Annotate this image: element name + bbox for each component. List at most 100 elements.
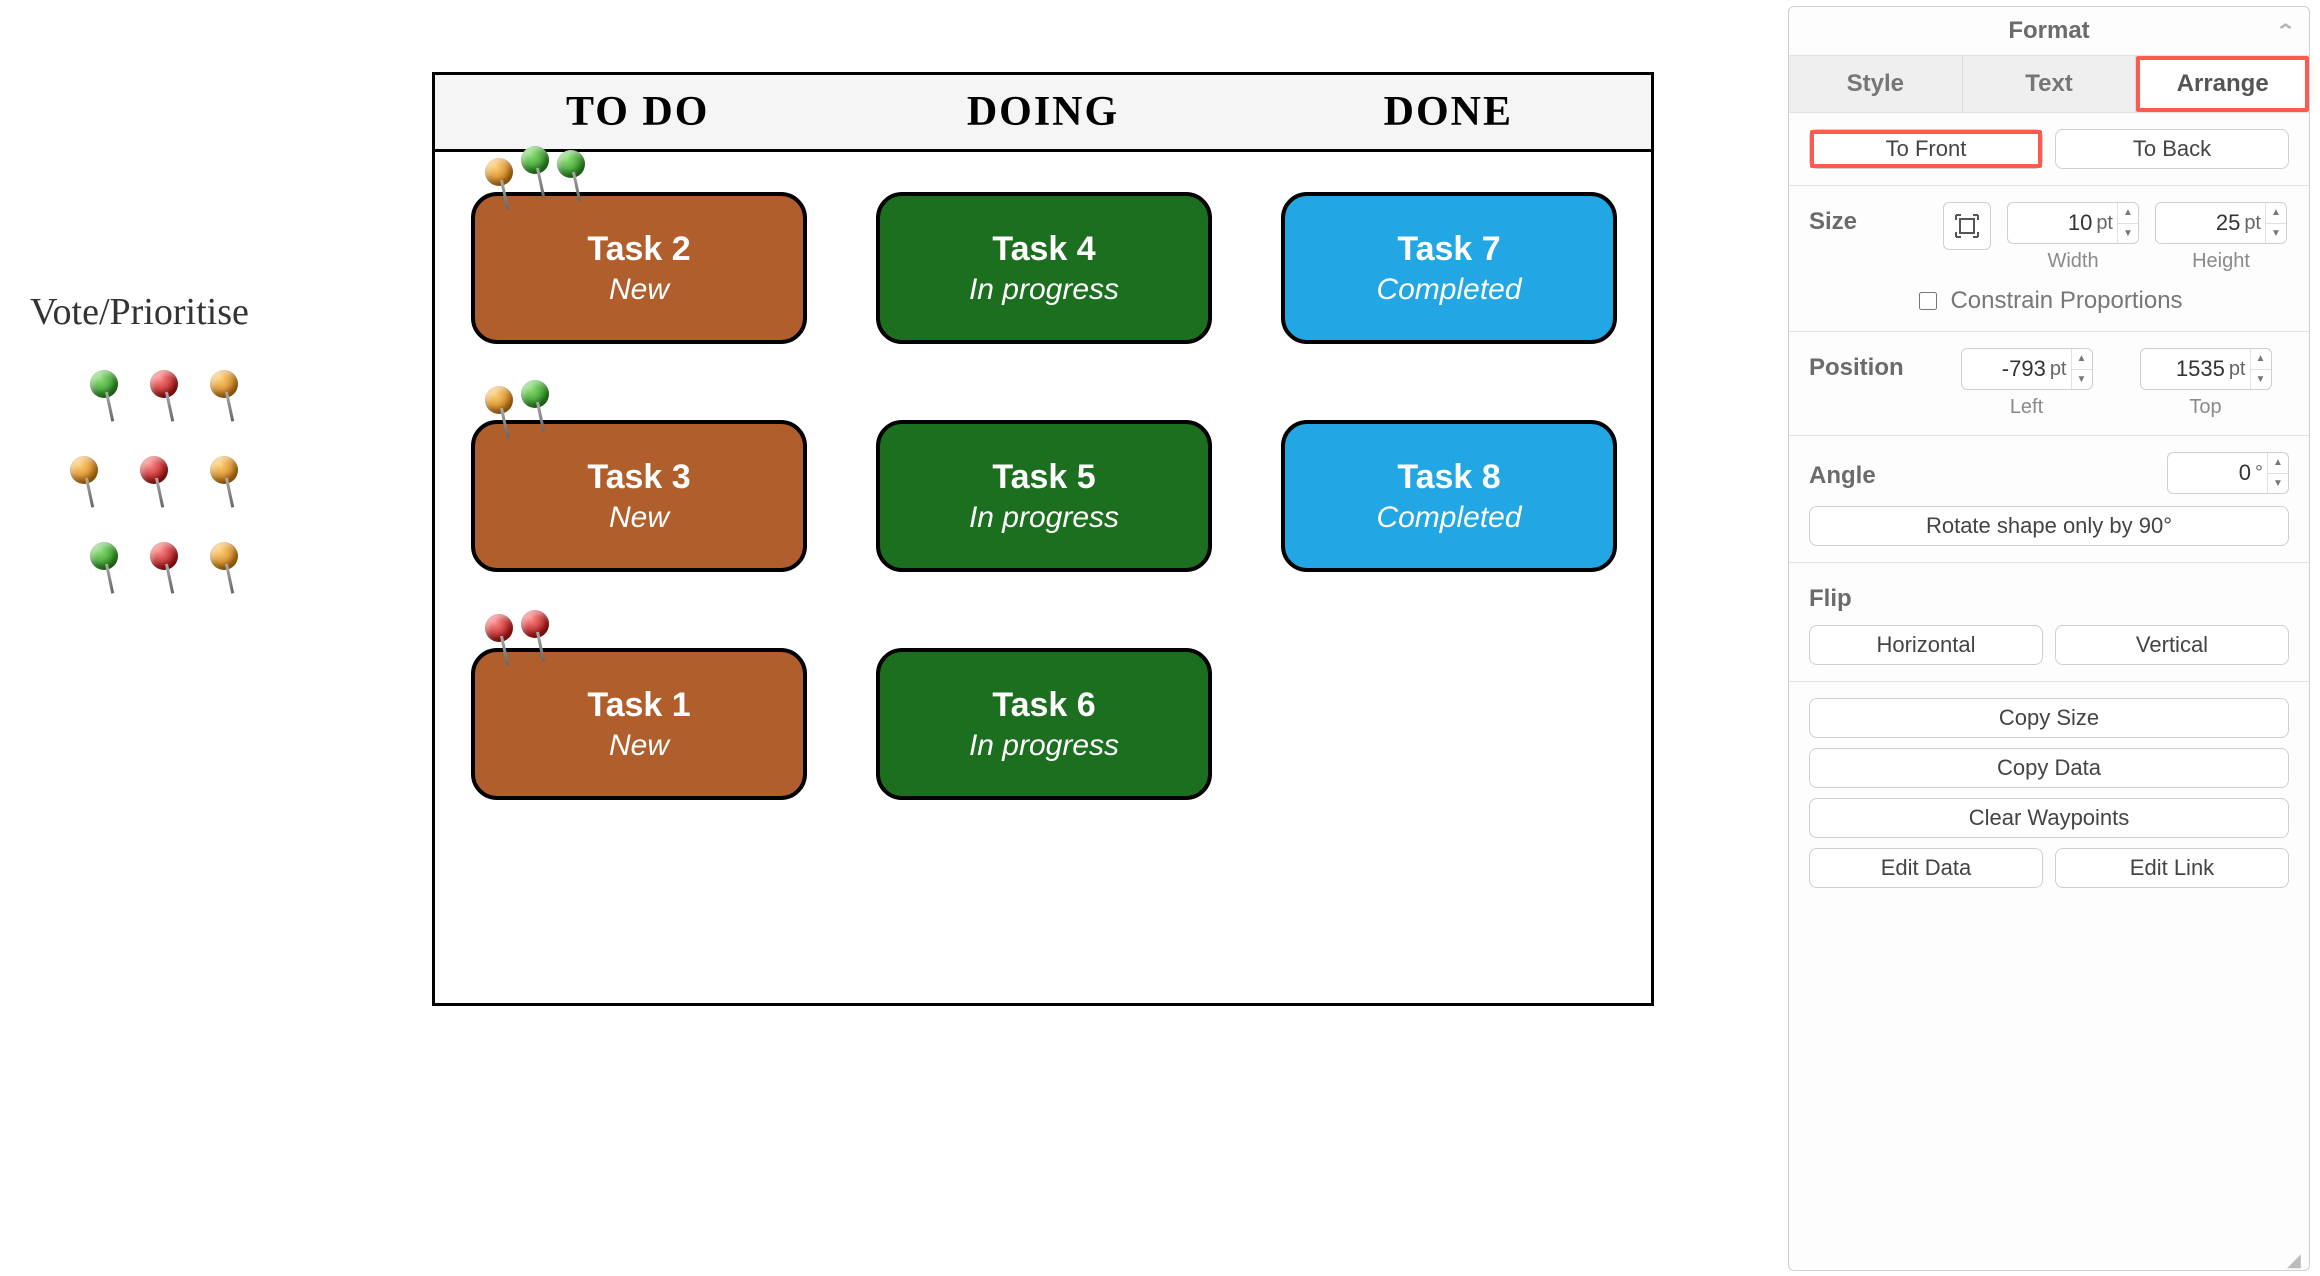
pin-green-icon[interactable] [90, 542, 120, 602]
unit-label: pt [2229, 358, 2250, 381]
chevron-up-icon[interactable]: ▲ [2118, 203, 2138, 224]
task-card[interactable]: Task 4 In progress [876, 192, 1212, 344]
angle-input[interactable]: ° ▲▼ [2167, 452, 2289, 494]
pin-orange-icon[interactable] [210, 542, 240, 602]
pin-orange-icon[interactable] [70, 456, 100, 516]
left-caption: Left [1943, 396, 2110, 419]
task-title: Task 7 [1397, 230, 1500, 269]
spinner[interactable]: ▲▼ [2071, 349, 2092, 389]
chevron-up-icon[interactable]: ▲ [2251, 349, 2271, 370]
pin-orange-icon[interactable] [210, 370, 240, 430]
section-actions: Copy Size Copy Data Clear Waypoints Edit… [1789, 682, 2309, 914]
collapse-icon[interactable]: ⌃ [2275, 21, 2296, 42]
clear-waypoints-button[interactable]: Clear Waypoints [1809, 798, 2289, 838]
section-position: Position pt ▲▼ Left pt ▲▼ To [1789, 332, 2309, 436]
edit-link-button[interactable]: Edit Link [2055, 848, 2289, 888]
format-tabs: Style Text Arrange [1789, 56, 2309, 113]
pin-red-icon[interactable] [140, 456, 170, 516]
height-input[interactable]: pt ▲▼ [2155, 202, 2287, 244]
vote-prioritise-label: Vote/Prioritise [30, 290, 380, 334]
task-title: Task 5 [992, 458, 1095, 497]
spinner[interactable]: ▲▼ [2267, 453, 2288, 493]
chevron-down-icon[interactable]: ▼ [2118, 224, 2138, 244]
resize-handle-icon[interactable]: ◢ [2287, 1250, 2305, 1268]
task-status: New [609, 273, 669, 307]
column-doing: Task 4 In progress Task 5 In progress Ta… [840, 152, 1245, 1003]
kanban-header: TO DO DOING DONE [435, 75, 1651, 152]
task-card[interactable]: Task 3 New [471, 420, 807, 572]
flip-horizontal-button[interactable]: Horizontal [1809, 625, 2043, 665]
autosize-icon[interactable] [1943, 202, 1991, 250]
spinner[interactable]: ▲▼ [2250, 349, 2271, 389]
task-status: New [609, 501, 669, 535]
tab-style[interactable]: Style [1789, 56, 1963, 112]
height-field[interactable] [2156, 209, 2244, 237]
task-status: In progress [969, 729, 1119, 763]
copy-size-button[interactable]: Copy Size [1809, 698, 2289, 738]
section-flip: Flip Horizontal Vertical [1789, 563, 2309, 682]
edit-data-button[interactable]: Edit Data [1809, 848, 2043, 888]
chevron-up-icon[interactable]: ▲ [2266, 203, 2286, 224]
position-label: Position [1809, 348, 1929, 382]
task-card[interactable]: Task 6 In progress [876, 648, 1212, 800]
task-title: Task 4 [992, 230, 1095, 269]
column-header-todo: TO DO [435, 75, 840, 149]
task-title: Task 8 [1397, 458, 1500, 497]
task-title: Task 1 [587, 686, 690, 725]
unit-label: pt [2050, 358, 2071, 381]
left-field[interactable] [1962, 355, 2050, 383]
constrain-proportions[interactable]: Constrain Proportions [1809, 287, 2289, 315]
task-card[interactable]: Task 2 New [471, 192, 807, 344]
pin-orange-icon[interactable] [210, 456, 240, 516]
pin-red-icon[interactable] [150, 542, 180, 602]
flip-vertical-button[interactable]: Vertical [2055, 625, 2289, 665]
pin-green-icon[interactable] [90, 370, 120, 430]
column-done: Task 7 Completed Task 8 Completed [1245, 152, 1651, 1003]
pin-red-icon[interactable] [150, 370, 180, 430]
chevron-down-icon[interactable]: ▼ [2266, 224, 2286, 244]
spinner[interactable]: ▲▼ [2117, 203, 2138, 243]
chevron-up-icon[interactable]: ▲ [2072, 349, 2092, 370]
task-title: Task 6 [992, 686, 1095, 725]
chevron-down-icon[interactable]: ▼ [2268, 474, 2288, 494]
unit-label: pt [2096, 212, 2117, 235]
spinner[interactable]: ▲▼ [2265, 203, 2286, 243]
top-caption: Top [2122, 396, 2289, 419]
task-status: In progress [969, 501, 1119, 535]
column-header-done: DONE [1246, 75, 1651, 149]
task-card[interactable]: Task 7 Completed [1281, 192, 1617, 344]
column-header-doing: DOING [840, 75, 1245, 149]
task-title: Task 3 [587, 458, 690, 497]
width-caption: Width [2005, 250, 2141, 273]
task-status: In progress [969, 273, 1119, 307]
section-size: Size pt ▲▼ Width pt ▲▼ [1789, 186, 2309, 332]
height-caption: Height [2153, 250, 2289, 273]
chevron-down-icon[interactable]: ▼ [2251, 370, 2271, 390]
angle-field[interactable] [2168, 459, 2255, 487]
width-field[interactable] [2008, 209, 2096, 237]
copy-data-button[interactable]: Copy Data [1809, 748, 2289, 788]
width-input[interactable]: pt ▲▼ [2007, 202, 2139, 244]
rotate-90-button[interactable]: Rotate shape only by 90° [1809, 506, 2289, 546]
unit-label: ° [2255, 462, 2267, 485]
kanban-board[interactable]: TO DO DOING DONE Task 2 New Task 3 New T… [432, 72, 1654, 1006]
task-card[interactable]: Task 8 Completed [1281, 420, 1617, 572]
top-input[interactable]: pt ▲▼ [2140, 348, 2272, 390]
column-todo: Task 2 New Task 3 New Task 1 New [435, 152, 840, 1003]
to-front-button[interactable]: To Front [1809, 129, 2043, 169]
to-back-button[interactable]: To Back [2055, 129, 2289, 169]
task-card[interactable]: Task 5 In progress [876, 420, 1212, 572]
task-card[interactable]: Task 1 New [471, 648, 807, 800]
tab-text[interactable]: Text [1963, 56, 2137, 112]
section-zorder: To Front To Back [1789, 113, 2309, 186]
constrain-label: Constrain Proportions [1950, 287, 2182, 315]
chevron-up-icon[interactable]: ▲ [2268, 453, 2288, 474]
top-field[interactable] [2141, 355, 2229, 383]
chevron-down-icon[interactable]: ▼ [2072, 370, 2092, 390]
format-panel-title: Format [2008, 17, 2089, 45]
constrain-checkbox[interactable] [1919, 292, 1937, 310]
tab-arrange[interactable]: Arrange [2136, 56, 2309, 112]
diagram-canvas[interactable]: Vote/Prioritise TO DO DOING DONE Task 2 … [0, 0, 1760, 1276]
unit-label: pt [2244, 212, 2265, 235]
left-input[interactable]: pt ▲▼ [1961, 348, 2093, 390]
